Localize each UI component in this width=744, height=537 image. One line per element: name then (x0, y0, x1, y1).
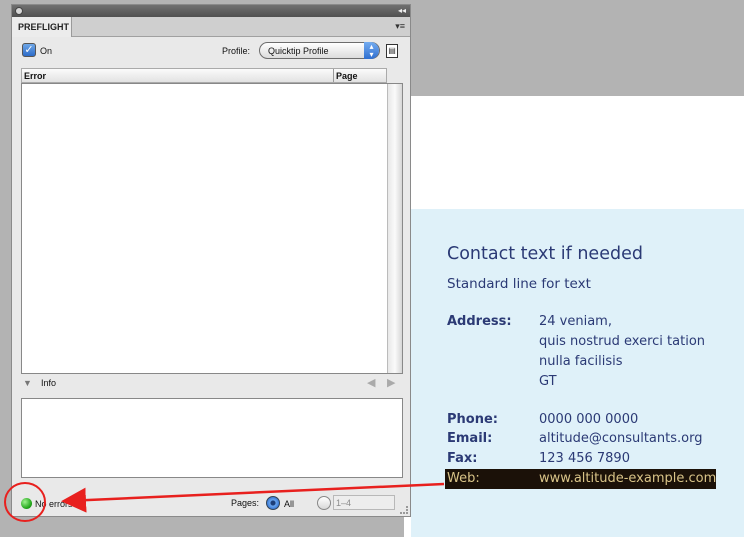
error-list[interactable] (21, 83, 403, 374)
define-profiles-icon[interactable]: ▤ (386, 44, 398, 58)
fax-label[interactable]: Fax: (447, 451, 477, 466)
address-line-1[interactable]: 24 veniam, (539, 314, 612, 329)
column-page[interactable]: Page (336, 71, 358, 81)
panel-tab-row: PREFLIGHT ▾≡ (12, 17, 410, 37)
pages-all-radio[interactable] (266, 496, 280, 510)
address-line-4[interactable]: GT (539, 374, 557, 389)
preflight-panel: ◂◂ PREFLIGHT ▾≡ ✓ On Profile: Quicktip P… (11, 4, 411, 517)
pages-range-radio[interactable] (317, 496, 331, 510)
on-checkbox[interactable]: ✓ (22, 43, 36, 57)
pages-range-input[interactable]: 1–4 (333, 495, 395, 510)
panel-titlebar[interactable]: ◂◂ (12, 5, 410, 17)
info-disclosure-icon[interactable]: ▼ (23, 378, 32, 388)
close-icon[interactable] (15, 7, 23, 15)
profile-label: Profile: (222, 46, 251, 56)
info-box (21, 398, 403, 478)
dropdown-arrows-icon: ▴ ▾ (364, 42, 379, 59)
standard-line[interactable]: Standard line for text (447, 276, 591, 292)
status-text: No errors (35, 499, 73, 509)
previous-arrow-icon[interactable]: ◀ (367, 376, 375, 389)
email-value[interactable]: altitude@consultants.org (539, 431, 702, 446)
address-label[interactable]: Address: (447, 314, 512, 329)
status-ok-icon (21, 498, 32, 509)
web-label[interactable]: Web: (447, 471, 480, 486)
error-list-scrollbar[interactable] (387, 84, 402, 373)
pages-all-label: All (284, 499, 295, 509)
profile-dropdown[interactable]: Quicktip Profile ▴ ▾ (259, 42, 380, 59)
error-list-header: Error Page (21, 68, 387, 83)
profile-value: Quicktip Profile (268, 46, 329, 56)
phone-value[interactable]: 0000 000 0000 (539, 412, 638, 427)
resize-grip-icon[interactable] (400, 506, 408, 514)
email-label[interactable]: Email: (447, 431, 492, 446)
panel-menu-icon[interactable]: ▾≡ (395, 21, 405, 32)
pages-label: Pages: (231, 498, 260, 508)
phone-label[interactable]: Phone: (447, 412, 498, 427)
web-value[interactable]: www.altitude-example.com (539, 471, 716, 486)
fax-value[interactable]: 123 456 7890 (539, 451, 630, 466)
next-arrow-icon[interactable]: ▶ (387, 376, 395, 389)
column-error[interactable]: Error (24, 71, 46, 81)
address-line-2[interactable]: quis nostrud exerci tation (539, 334, 705, 349)
column-divider[interactable] (333, 69, 334, 82)
contact-title[interactable]: Contact text if needed (447, 244, 643, 264)
collapse-icon[interactable]: ◂◂ (398, 5, 406, 17)
on-label: On (40, 46, 53, 56)
info-label: Info (41, 378, 57, 388)
address-line-3[interactable]: nulla facilisis (539, 354, 622, 369)
tab-preflight[interactable]: PREFLIGHT (12, 17, 72, 37)
